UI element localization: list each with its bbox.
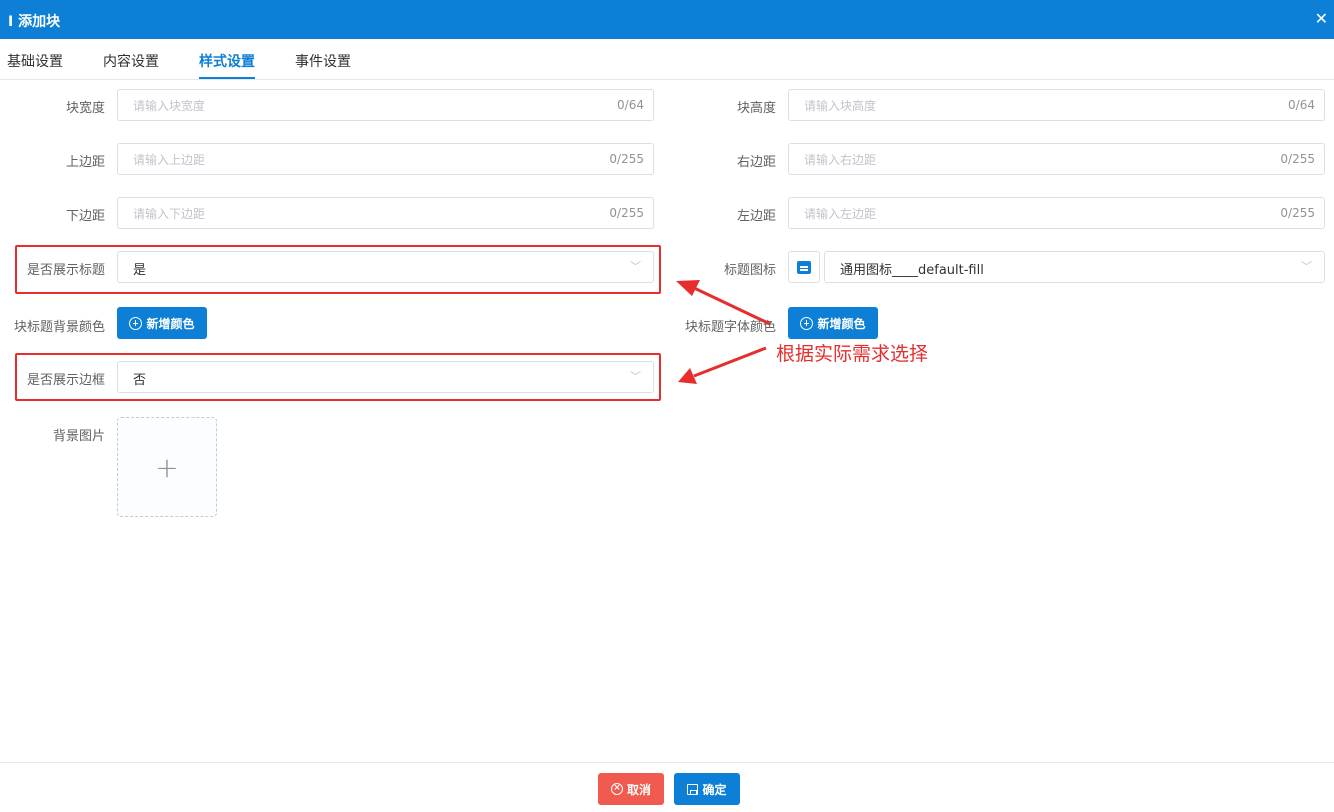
margin-bottom-placeholder: 请输入下边距: [133, 207, 206, 221]
dialog-title-text: 添加块: [18, 14, 61, 30]
arrow-head-upper: [676, 280, 700, 296]
title-icon-preview[interactable]: [788, 251, 820, 283]
title-icon-value: 通用图标____default-fill: [840, 263, 984, 278]
confirm-button[interactable]: 确定: [674, 773, 740, 805]
dialog-header: I 添加块 ✕: [0, 0, 1334, 39]
calendar-icon: [797, 261, 811, 274]
annotation-text: 根据实际需求选择: [776, 343, 929, 365]
block-height-placeholder: 请输入块高度: [804, 99, 877, 113]
tab-basic-settings[interactable]: 基础设置: [7, 51, 63, 71]
tab-event-settings[interactable]: 事件设置: [295, 51, 351, 71]
plus-icon: +: [155, 451, 179, 484]
chevron-down-icon: ﹀: [1301, 260, 1312, 273]
cancel-circle-icon: ×: [610, 783, 623, 795]
bg-image-upload[interactable]: +: [117, 417, 217, 517]
active-tab-indicator: [199, 77, 255, 79]
save-icon: [687, 783, 699, 795]
margin-right-placeholder: 请输入右边距: [804, 153, 877, 167]
margin-left-placeholder: 请输入左边距: [804, 207, 877, 221]
tab-bar: 基础设置 内容设置 样式设置 事件设置: [0, 39, 1334, 80]
margin-right-label: 右边距: [736, 155, 776, 170]
margin-left-count: 0/255: [1280, 206, 1315, 220]
block-height-count: 0/64: [1288, 98, 1315, 112]
title-font-color-label: 块标题字体颜色: [684, 320, 776, 335]
add-bg-color-label: 新增颜色: [146, 316, 195, 331]
margin-right-count: 0/255: [1280, 152, 1315, 166]
margin-top-input[interactable]: 请输入上边距 0/255: [117, 143, 654, 175]
margin-top-count: 0/255: [609, 152, 644, 166]
cancel-label: 取消: [626, 782, 651, 797]
dialog-title: I 添加块: [8, 14, 61, 30]
margin-right-input[interactable]: 请输入右边距 0/255: [788, 143, 1325, 175]
margin-left-input[interactable]: 请输入左边距 0/255: [788, 197, 1325, 229]
margin-left-label: 左边距: [736, 209, 776, 224]
block-height-label: 块高度: [736, 101, 776, 116]
annotation-box-show-title: [15, 245, 661, 294]
add-bg-color-button[interactable]: 新增颜色: [117, 307, 207, 339]
margin-bottom-label: 下边距: [65, 209, 105, 224]
annotation-arrows: [676, 280, 771, 384]
close-icon[interactable]: ✕: [1315, 9, 1328, 28]
cancel-button[interactable]: × 取消: [598, 773, 664, 805]
block-height-input[interactable]: 请输入块高度 0/64: [788, 89, 1325, 121]
block-width-label: 块宽度: [65, 101, 105, 116]
margin-top-placeholder: 请输入上边距: [133, 153, 206, 167]
tab-content-settings[interactable]: 内容设置: [103, 51, 159, 71]
margin-top-label: 上边距: [65, 155, 105, 170]
annotation-box-show-border: [15, 353, 661, 401]
block-width-input[interactable]: 请输入块宽度 0/64: [117, 89, 654, 121]
footer-divider: [0, 762, 1334, 763]
title-bg-color-label: 块标题背景颜色: [13, 320, 105, 335]
confirm-label: 确定: [702, 782, 727, 797]
bg-image-label: 背景图片: [52, 429, 105, 444]
arrow-head-lower: [678, 368, 697, 384]
add-circle-icon: [129, 316, 143, 330]
title-icon-select[interactable]: 通用图标____default-fill ﹀: [824, 251, 1325, 283]
tab-style-settings[interactable]: 样式设置: [199, 51, 255, 71]
block-width-placeholder: 请输入块宽度: [133, 99, 206, 113]
add-font-color-button[interactable]: 新增颜色: [788, 307, 878, 339]
margin-bottom-count: 0/255: [609, 206, 644, 220]
title-icon-label: 标题图标: [723, 263, 776, 278]
margin-bottom-input[interactable]: 请输入下边距 0/255: [117, 197, 654, 229]
arrow-line-lower: [693, 346, 767, 378]
add-font-color-label: 新增颜色: [817, 316, 866, 331]
add-circle-icon: [800, 316, 814, 330]
block-width-count: 0/64: [617, 98, 644, 112]
